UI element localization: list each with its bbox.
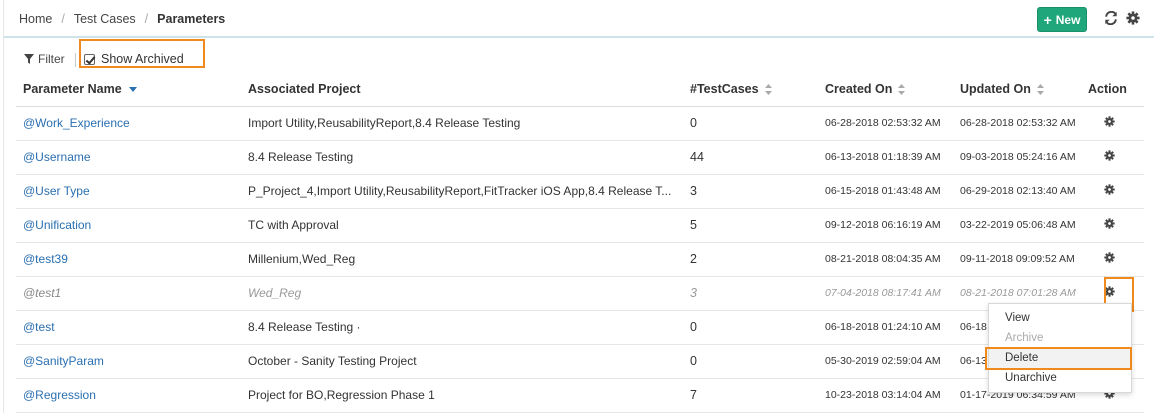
gear-icon[interactable] <box>1104 116 1116 128</box>
table-row: @Work_Experience Import Utility,Reusabili… <box>16 106 1144 141</box>
sort-desc-icon <box>128 87 137 93</box>
menu-item-view[interactable]: View <box>989 308 1131 328</box>
testcase-count: 0 <box>683 106 818 141</box>
action-cell <box>1088 174 1144 209</box>
testcase-count: 44 <box>683 140 818 175</box>
column-header-updated-on[interactable]: Updated On <box>953 73 1088 107</box>
associated-project: Wed_Reg <box>241 276 683 311</box>
updated-on: 06-29-2018 02:13:40 AM <box>953 174 1088 209</box>
parameters-table: Parameter Name Associated Project #TestC… <box>16 73 1144 413</box>
new-button-label: New <box>1055 12 1081 27</box>
filter-label: Filter <box>38 52 65 66</box>
table-header-row: Parameter Name Associated Project #TestC… <box>16 73 1144 107</box>
gear-icon[interactable] <box>1104 218 1116 230</box>
testcase-count: 2 <box>683 242 818 277</box>
table-body: @Work_Experience Import Utility,Reusabili… <box>16 106 1144 413</box>
associated-project: Import Utility,ReusabilityReport,8.4 Rel… <box>241 106 683 141</box>
sort-icon <box>764 84 772 96</box>
created-on: 06-15-2018 01:43:48 AM <box>818 174 953 209</box>
parameter-name-link[interactable]: @Regression <box>16 378 241 413</box>
column-header-parameter-name[interactable]: Parameter Name <box>16 73 241 107</box>
testcase-count: 0 <box>683 310 818 345</box>
created-on: 07-04-2018 08:17:41 AM <box>818 276 953 311</box>
testcase-count: 3 <box>683 174 818 209</box>
filter-button[interactable]: Filter <box>24 52 65 66</box>
parameter-name-link[interactable]: @Unification <box>16 208 241 243</box>
column-header-action: Action <box>1088 73 1144 107</box>
testcase-count: 7 <box>683 378 818 413</box>
gear-icon[interactable] <box>1104 252 1116 264</box>
associated-project: 8.4 Release Testing <box>241 140 683 175</box>
associated-project: October - Sanity Testing Project <box>241 344 683 379</box>
delete-highlight <box>985 347 1132 370</box>
sort-icon <box>898 84 906 96</box>
gear-icon[interactable] <box>1104 184 1116 196</box>
parameter-name-link[interactable]: @Work_Experience <box>16 106 241 141</box>
parameter-name-link[interactable]: @User Type <box>16 174 241 209</box>
action-cell <box>1088 242 1144 277</box>
parameter-name-link[interactable]: @test <box>16 310 241 345</box>
breadcrumb-test-cases[interactable]: Test Cases <box>74 12 136 26</box>
testcase-count: 0 <box>683 344 818 379</box>
breadcrumb-separator: / <box>61 12 65 26</box>
associated-project: P_Project_4,Import Utility,ReusabilityRe… <box>241 174 683 209</box>
associated-project: Millenium,Wed_Reg <box>241 242 683 277</box>
created-on: 10-23-2018 03:14:04 AM <box>818 378 953 413</box>
parameters-page: Home / Test Cases / Parameters + New Filter … <box>3 0 1154 413</box>
refresh-icon[interactable] <box>1103 10 1119 26</box>
breadcrumb-home[interactable]: Home <box>19 12 52 26</box>
parameter-name-link[interactable]: @test1 <box>16 276 241 311</box>
created-on: 09-12-2018 06:16:19 AM <box>818 208 953 243</box>
column-header-associated-project: Associated Project <box>241 73 683 107</box>
updated-on: 06-28-2018 02:53:32 AM <box>953 106 1088 141</box>
gear-icon[interactable] <box>1104 150 1116 162</box>
table-row: @Regression Project for BO,Regression Pha… <box>16 378 1144 413</box>
menu-item-archive: Archive <box>1005 332 1044 344</box>
funnel-icon <box>24 54 34 64</box>
breadcrumb-current: Parameters <box>157 12 226 26</box>
action-cell <box>1088 140 1144 175</box>
created-on: 06-18-2018 01:24:10 AM <box>818 310 953 345</box>
created-on: 08-21-2018 08:04:35 AM <box>818 242 953 277</box>
new-button[interactable]: + New <box>1037 7 1087 32</box>
action-cell <box>1088 208 1144 243</box>
sort-icon <box>1036 84 1044 96</box>
breadcrumb: Home / Test Cases / Parameters <box>19 12 225 26</box>
testcase-count: 3 <box>683 276 818 311</box>
updated-on: 09-11-2018 09:09:52 AM <box>953 242 1088 277</box>
parameter-name-link[interactable]: @Username <box>16 140 241 175</box>
associated-project: Project for BO,Regression Phase 1 <box>241 378 683 413</box>
top-bar: Home / Test Cases / Parameters + New <box>4 0 1154 38</box>
table-row: @test 8.4 Release Testing · 0 06-18-2018 01… <box>16 310 1144 345</box>
divider <box>75 53 76 67</box>
table-row: @User Type P_Project_4,Import Utility,Reu… <box>16 174 1144 209</box>
testcase-count: 5 <box>683 208 818 243</box>
column-header-created-on[interactable]: Created On <box>818 73 953 107</box>
plus-icon: + <box>1043 11 1052 28</box>
table-row: @test1 Wed_Reg 3 07-04-2018 08:17:41 AM 08-2… <box>16 276 1144 311</box>
show-archived-highlight <box>79 39 205 68</box>
parameter-name-link[interactable]: @test39 <box>16 242 241 277</box>
table-row: @test39 Millenium,Wed_Reg 2 08-21-2018 08:0… <box>16 242 1144 277</box>
menu-item-unarchive[interactable]: Unarchive <box>989 368 1131 388</box>
table-row: @Unification TC with Approval 5 09-12-2018 … <box>16 208 1144 243</box>
action-cell <box>1088 106 1144 141</box>
settings-icon[interactable] <box>1125 10 1141 26</box>
updated-on: 09-03-2018 05:24:16 AM <box>953 140 1088 175</box>
table-row: @SanityParam October - Sanity Testing Pro… <box>16 344 1144 379</box>
table-row: @Username 8.4 Release Testing 44 06-13-2018… <box>16 140 1144 175</box>
column-header-testcases[interactable]: #TestCases <box>683 73 818 107</box>
created-on: 05-30-2019 02:59:04 AM <box>818 344 953 379</box>
associated-project: TC with Approval <box>241 208 683 243</box>
associated-project: 8.4 Release Testing · <box>241 310 683 345</box>
breadcrumb-separator: / <box>144 12 149 26</box>
updated-on: 03-22-2019 05:06:48 AM <box>953 208 1088 243</box>
created-on: 06-13-2018 01:18:39 AM <box>818 140 953 175</box>
created-on: 06-28-2018 02:53:32 AM <box>818 106 953 141</box>
parameter-name-link[interactable]: @SanityParam <box>16 344 241 379</box>
